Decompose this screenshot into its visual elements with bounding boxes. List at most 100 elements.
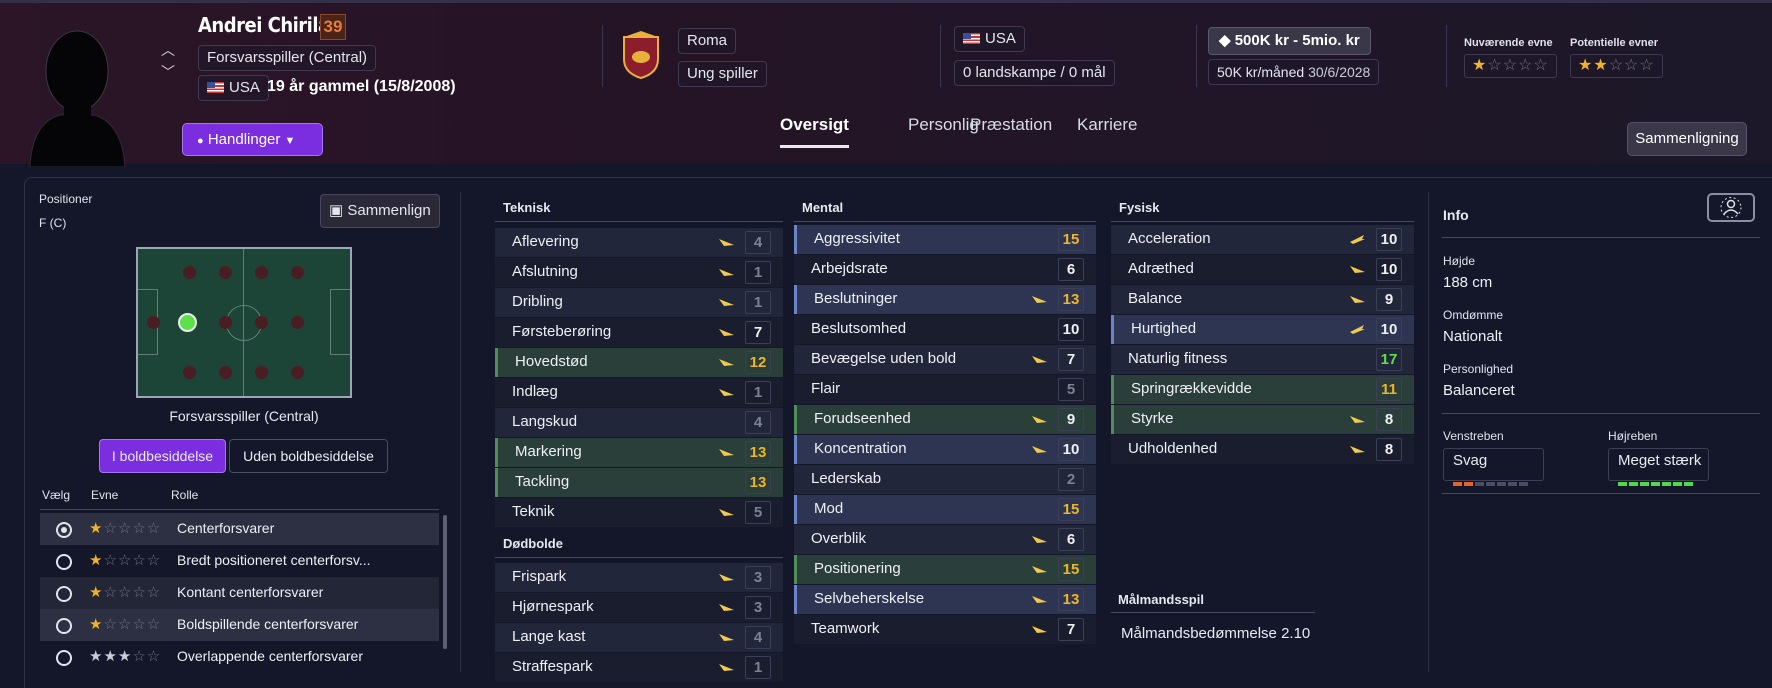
- attribute-row[interactable]: Afslutning 1: [495, 258, 783, 287]
- attribute-row[interactable]: Teamwork 7: [794, 615, 1096, 644]
- contract-end-text: 30/6/2028: [1308, 64, 1371, 80]
- position-dot[interactable]: [219, 316, 232, 329]
- attribute-row[interactable]: Beslutninger 13: [794, 285, 1096, 314]
- attribute-row[interactable]: Førsteberøring 7: [495, 318, 783, 347]
- attribute-name: Teamwork: [811, 620, 880, 637]
- trend-up-icon: [1350, 266, 1365, 273]
- attribute-row[interactable]: Aggressivitet 15: [794, 225, 1096, 254]
- attribute-row[interactable]: Beslutsomhed 10: [794, 315, 1096, 344]
- attribute-value: 6: [1058, 528, 1084, 551]
- attribute-row[interactable]: Bevægelse uden bold 7: [794, 345, 1096, 374]
- position-dot[interactable]: [219, 266, 232, 279]
- attribute-row[interactable]: Dribling 1: [495, 288, 783, 317]
- attribute-row[interactable]: Acceleration 10: [1111, 225, 1414, 254]
- attribute-row[interactable]: Hjørnespark 3: [495, 593, 783, 622]
- tab-karriere[interactable]: Karriere: [1077, 115, 1137, 135]
- attribute-row[interactable]: Lederskab 2: [794, 465, 1096, 494]
- value-text: 500K kr - 5mio. kr: [1234, 32, 1360, 49]
- nationality-pill[interactable]: USA: [198, 75, 269, 101]
- tab-personlig[interactable]: Personlig: [908, 115, 979, 135]
- position-dot[interactable]: [255, 366, 268, 379]
- attribute-row[interactable]: Straffespark 1: [495, 653, 783, 682]
- attribute-row[interactable]: Adræthed 10: [1111, 255, 1414, 284]
- attribute-row[interactable]: Koncentration 10: [794, 435, 1096, 464]
- foot-level-segment: [1519, 482, 1528, 486]
- attribute-row[interactable]: Mod 15: [794, 495, 1096, 524]
- player-nav-arrows[interactable]: ︿ ﹀: [160, 39, 176, 83]
- chevron-up-icon[interactable]: ︿: [160, 39, 176, 61]
- attribute-row[interactable]: Styrke 8: [1111, 405, 1414, 434]
- club-pill[interactable]: Roma: [678, 28, 737, 54]
- position-dot[interactable]: [291, 266, 304, 279]
- role-row[interactable]: ★☆☆☆☆ Boldspillende centerforsvarer: [40, 609, 439, 641]
- attribute-value: 13: [1058, 588, 1084, 611]
- attribute-row[interactable]: Balance 9: [1111, 285, 1414, 314]
- attribute-row[interactable]: Overblik 6: [794, 525, 1096, 554]
- position-dot[interactable]: [183, 266, 196, 279]
- radio-selected[interactable]: [56, 522, 72, 538]
- role-stars: ★☆☆☆☆: [89, 584, 162, 601]
- role-row[interactable]: ★☆☆☆☆ Centerforsvarer: [40, 513, 439, 545]
- attribute-row[interactable]: Positionering 15: [794, 555, 1096, 584]
- position-dot[interactable]: [183, 366, 196, 379]
- roles-scrollbar[interactable]: [443, 515, 447, 649]
- attribute-value: 9: [1376, 288, 1402, 311]
- attribute-row[interactable]: Udholdenhed 8: [1111, 435, 1414, 464]
- attribute-row[interactable]: Teknik 5: [495, 498, 783, 527]
- trend-up-icon: [719, 269, 734, 276]
- club-crest-icon[interactable]: [622, 31, 660, 79]
- role-row[interactable]: ★☆☆☆☆ Bredt positioneret centerforsv...: [40, 545, 439, 577]
- radio[interactable]: [56, 554, 72, 570]
- attribute-row[interactable]: Lange kast 4: [495, 623, 783, 652]
- position-dot[interactable]: [219, 366, 232, 379]
- toggle-in-possession[interactable]: I boldbesiddelse: [99, 439, 226, 473]
- toggle-out-of-possession[interactable]: Uden boldbesiddelse: [229, 439, 388, 473]
- attribute-value: 10: [1058, 318, 1084, 341]
- attribute-row[interactable]: Frispark 3: [495, 563, 783, 592]
- attribute-row[interactable]: Selvbeherskelse 13: [794, 585, 1096, 614]
- attribute-row[interactable]: Langskud 4: [495, 408, 783, 437]
- position-dot[interactable]: [255, 316, 268, 329]
- radio[interactable]: [56, 586, 72, 602]
- attribute-row[interactable]: Aflevering 4: [495, 228, 783, 257]
- selected-position-dot[interactable]: [178, 313, 197, 332]
- position-dot[interactable]: [291, 316, 304, 329]
- tab-oversigt[interactable]: Oversigt: [780, 115, 849, 148]
- foot-level-segment: [1508, 482, 1517, 486]
- attribute-row[interactable]: Forudseenhed 9: [794, 405, 1096, 434]
- role-row[interactable]: ★☆☆☆☆ Kontant centerforsvarer: [40, 577, 439, 609]
- person-settings-button[interactable]: [1707, 193, 1755, 222]
- attribute-row[interactable]: Tackling 13: [495, 468, 783, 497]
- role-row[interactable]: ★★★☆☆ Overlappende centerforsvarer: [40, 641, 439, 673]
- attribute-row[interactable]: Indlæg 1: [495, 378, 783, 407]
- attribute-row[interactable]: Flair 5: [794, 375, 1096, 404]
- intl-nation-pill[interactable]: USA: [954, 26, 1025, 52]
- chevron-down-icon[interactable]: ﹀: [160, 61, 176, 83]
- radio[interactable]: [56, 618, 72, 634]
- position-dot[interactable]: [147, 316, 160, 329]
- attribute-row[interactable]: Hurtighed 10: [1111, 315, 1414, 344]
- attribute-row[interactable]: Naturlig fitness 17: [1111, 345, 1414, 374]
- actions-button[interactable]: ● Handlinger ▼: [182, 123, 323, 156]
- attribute-name: Forudseenhed: [814, 410, 911, 427]
- attribute-row[interactable]: Hovedstød 12: [495, 348, 783, 377]
- attribute-row[interactable]: Arbejdsrate 6: [794, 255, 1096, 284]
- col-role-header: Rolle: [171, 488, 199, 502]
- divider: [1446, 25, 1447, 87]
- attribute-value: 7: [1058, 348, 1084, 371]
- role-name: Kontant centerforsvarer: [177, 584, 324, 600]
- tab-praestation[interactable]: Præstation: [970, 115, 1052, 135]
- position-dot[interactable]: [291, 366, 304, 379]
- attribute-row[interactable]: Markering 13: [495, 438, 783, 467]
- compare-positions-button[interactable]: ▣ Sammenlign: [320, 194, 440, 228]
- role-stars: ★☆☆☆☆: [89, 616, 162, 633]
- attribute-value: 13: [745, 471, 771, 494]
- radio[interactable]: [56, 650, 72, 666]
- foot-level-segment: [1629, 482, 1638, 486]
- attribute-row[interactable]: Springrækkevidde 11: [1111, 375, 1414, 404]
- comparison-button[interactable]: Sammenligning: [1627, 122, 1747, 156]
- position-pitch[interactable]: [136, 247, 352, 398]
- position-dot[interactable]: [255, 266, 268, 279]
- usa-flag-icon: [963, 33, 980, 44]
- trend-up-strong-icon: [1350, 325, 1365, 334]
